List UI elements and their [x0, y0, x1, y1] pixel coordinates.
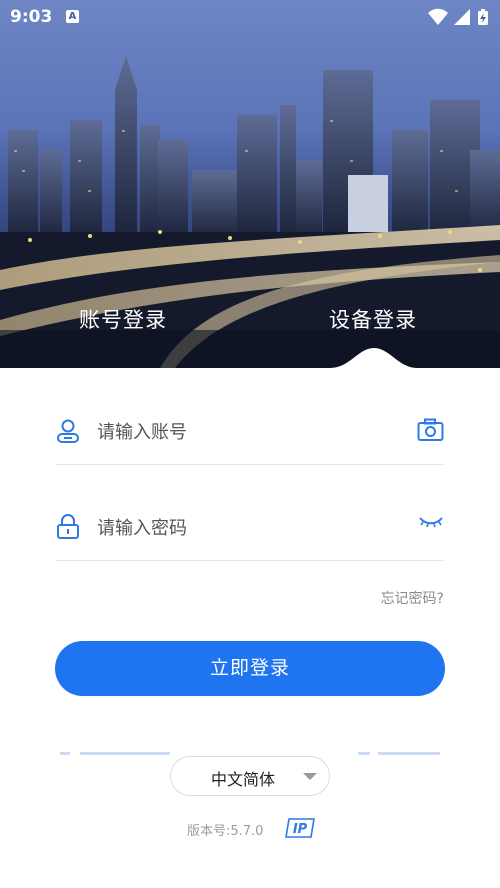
account-field — [56, 402, 444, 465]
forgot-password-link[interactable]: 忘记密码? — [381, 588, 444, 608]
language-select[interactable]: 中文简体 — [170, 756, 330, 796]
notification-icon: A — [66, 10, 79, 23]
city-skyline-image — [0, 0, 500, 368]
login-button[interactable]: 立即登录 — [55, 641, 445, 696]
hero-banner: 9:03 A 账号登录 设备登录 — [0, 0, 500, 368]
tab-account-login[interactable]: 账号登录 — [79, 304, 167, 334]
tab-device-login[interactable]: 设备登录 — [329, 304, 417, 334]
version-label: 版本号:5.7.0 — [187, 824, 264, 839]
status-time: 9:03 — [10, 7, 53, 27]
wifi-icon — [428, 8, 448, 25]
lock-icon — [56, 514, 80, 544]
active-tab-indicator — [0, 348, 500, 380]
chevron-down-icon — [303, 773, 317, 780]
ip-badge-label: IP — [293, 822, 308, 837]
eye-closed-icon[interactable] — [418, 514, 444, 534]
language-selected: 中文简体 — [211, 770, 276, 789]
camera-icon[interactable] — [417, 418, 444, 446]
account-input[interactable] — [97, 416, 397, 448]
battery-charging-icon — [478, 9, 488, 25]
signal-icon — [454, 9, 470, 25]
password-field — [56, 498, 444, 561]
user-icon — [56, 418, 80, 448]
status-bar: 9:03 A — [0, 0, 500, 34]
password-input[interactable] — [97, 512, 397, 544]
ip-badge[interactable]: IP — [285, 818, 315, 838]
status-icons — [426, 8, 492, 30]
